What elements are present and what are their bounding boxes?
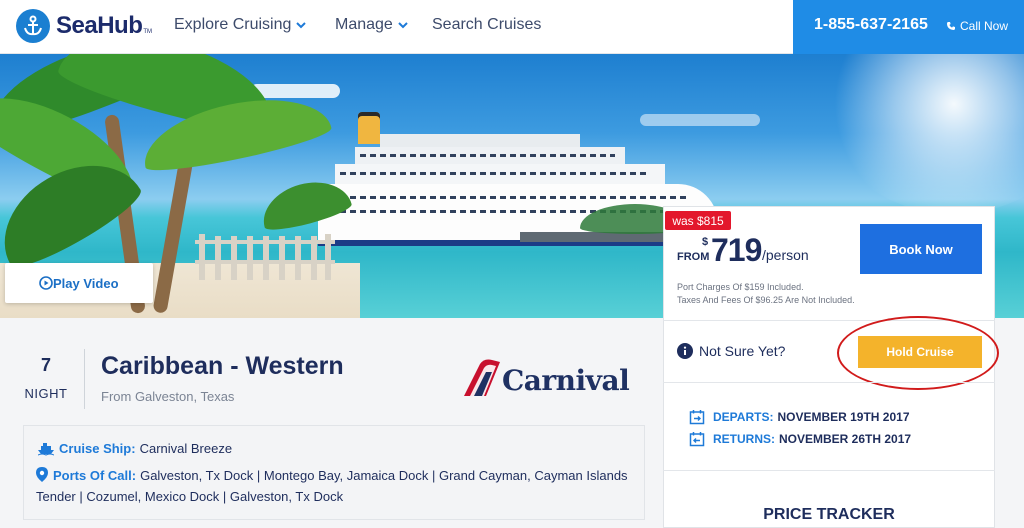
taxes-note: Taxes And Fees Of $96.25 Are Not Include… [677, 295, 855, 305]
ship-windows [330, 196, 690, 199]
top-navbar: SeaHub TM Explore Cruising Manage Search… [0, 0, 1024, 54]
ship-icon [38, 442, 54, 456]
returns-date: NOVEMBER 26TH 2017 [779, 432, 912, 446]
nights-count: 7 [40, 355, 51, 375]
ship-windows [340, 172, 650, 175]
sun-glare [824, 54, 1024, 214]
book-now-button[interactable]: Book Now [860, 224, 982, 274]
play-video-button[interactable]: Play Video [5, 263, 153, 303]
fees-note: Port Charges Of $159 Included. Taxes And… [677, 281, 855, 307]
cruise-detail-page: SeaHub TM Explore Cruising Manage Search… [0, 0, 1024, 528]
departure-port: From Galveston, Texas [101, 389, 235, 404]
from-label: FROM [677, 251, 710, 263]
returns-label: RETURNS: [713, 432, 775, 446]
nights-label: NIGHT [24, 386, 68, 401]
nav-item-label: Manage [335, 16, 393, 33]
cruise-title: Caribbean - Western [101, 352, 344, 380]
not-sure-row: Not Sure Yet? [677, 343, 785, 359]
calendar-return-icon [689, 432, 705, 447]
per-person-label: /person [762, 247, 809, 263]
calendar-depart-icon [689, 410, 705, 425]
map-pin-icon [36, 467, 48, 482]
departs-row: DEPARTS: NOVEMBER 19TH 2017 [689, 409, 910, 425]
departs-date: NOVEMBER 19TH 2017 [777, 410, 910, 424]
was-price-badge: was $815 [665, 211, 731, 230]
ship-funnel [358, 112, 380, 144]
cruise-ship-row: Cruise Ship: Carnival Breeze [38, 441, 232, 456]
nav-explore-cruising[interactable]: Explore Cruising [174, 16, 307, 34]
cloud [640, 114, 760, 126]
phone-number[interactable]: 1-855-637-2165 [814, 16, 928, 34]
nav-item-label: Explore Cruising [174, 16, 292, 33]
ports-of-call-label: Ports Of Call: [53, 468, 137, 483]
vertical-divider [84, 349, 85, 409]
cruise-line-brand: Carnival [502, 364, 630, 397]
seahub-logo[interactable]: SeaHub TM [16, 9, 152, 43]
brand-trademark: TM [143, 29, 153, 35]
nav-item-label: Search Cruises [432, 16, 542, 33]
nav-manage[interactable]: Manage [335, 16, 408, 34]
card-divider [663, 470, 995, 471]
play-circle-icon [39, 276, 53, 290]
port-charges-note: Port Charges Of $159 Included. [677, 282, 804, 292]
nav-search-cruises[interactable]: Search Cruises [432, 16, 541, 34]
play-video-label: Play Video [53, 275, 119, 291]
price-amount: 719 [711, 232, 762, 268]
brand-name: SeaHub [56, 12, 143, 39]
phone-bar: 1-855-637-2165 Call Now [793, 0, 1024, 54]
chevron-down-icon [296, 21, 307, 28]
anchor-icon [16, 9, 50, 43]
cruise-ship-name: Carnival Breeze [139, 441, 233, 456]
not-sure-label: Not Sure Yet? [699, 343, 786, 359]
currency-symbol: $ [702, 236, 709, 248]
ship-windows [360, 154, 615, 157]
ports-of-call-row: Ports Of Call: Galveston, Tx Dock | Monte… [36, 465, 636, 507]
cruise-ship-label: Cruise Ship: [59, 441, 136, 456]
info-icon [677, 343, 693, 359]
call-now-label: Call Now [960, 19, 1009, 33]
ship-deck [335, 164, 665, 186]
chevron-down-icon [398, 21, 408, 28]
card-divider [663, 382, 995, 383]
phone-icon [947, 22, 955, 30]
highlight-circle-annotation [837, 316, 999, 390]
returns-row: RETURNS: NOVEMBER 26TH 2017 [689, 431, 911, 447]
call-now-link[interactable]: Call Now [946, 19, 1008, 33]
departs-label: DEPARTS: [713, 410, 774, 424]
price-tracker-heading: PRICE TRACKER [763, 506, 895, 523]
ship-deck [380, 134, 580, 148]
wooden-fence [195, 234, 335, 280]
